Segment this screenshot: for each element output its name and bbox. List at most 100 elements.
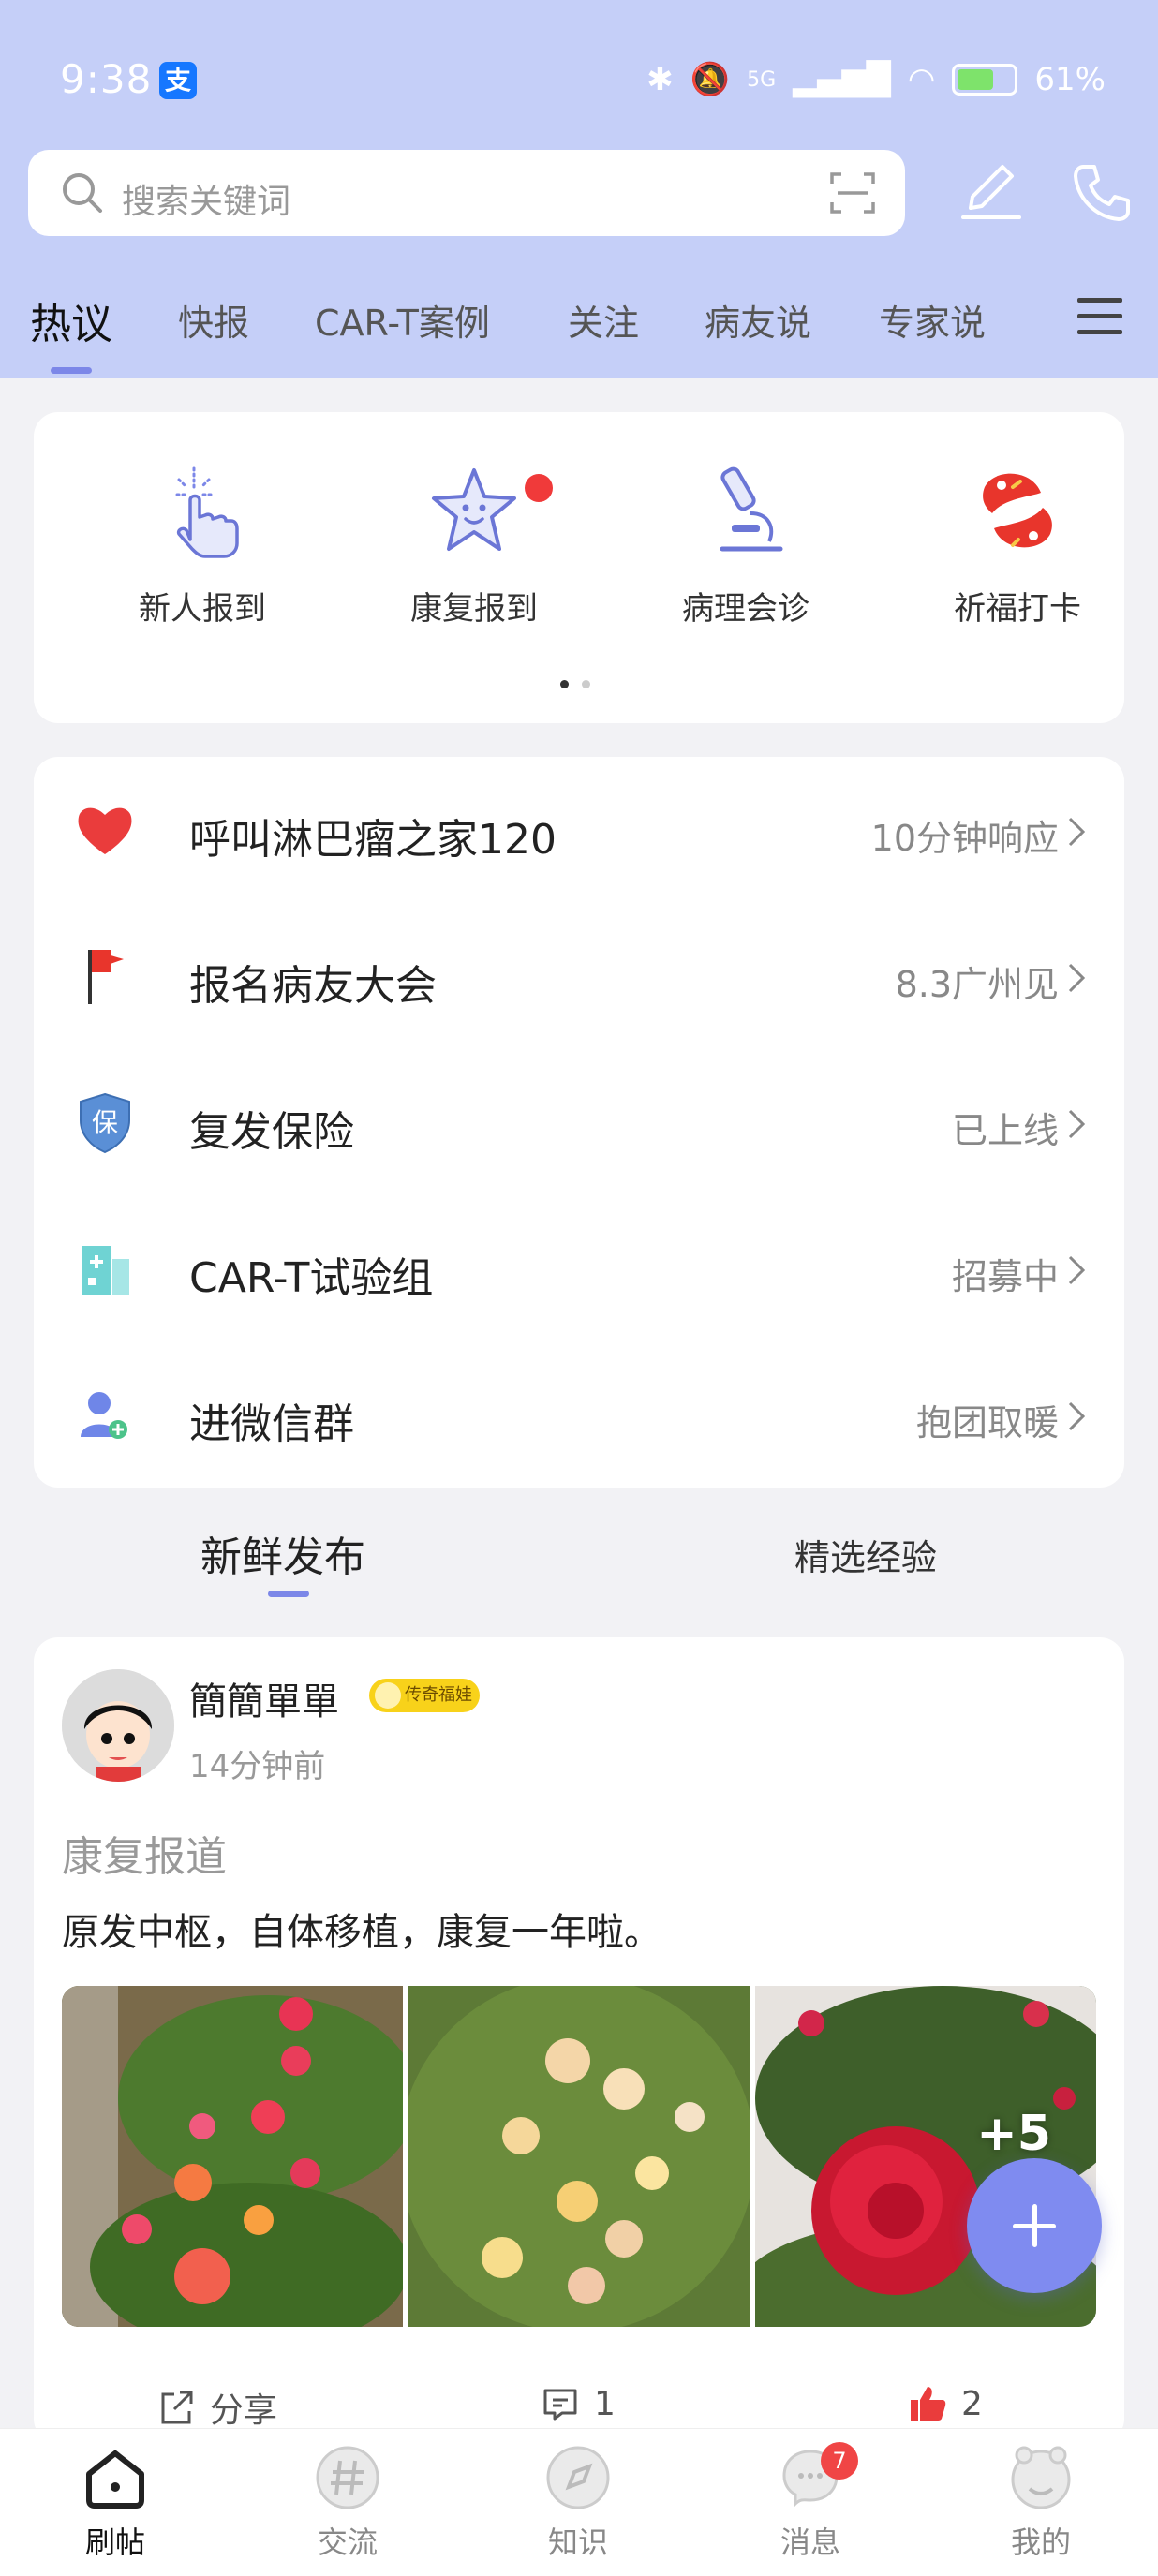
profile-icon — [1011, 2446, 1071, 2509]
more-images-count: +5 — [976, 2106, 1051, 2162]
share-button[interactable]: 分享 — [156, 2383, 277, 2432]
badge-icon — [375, 1682, 401, 1709]
hospital-icon — [82, 1246, 129, 1295]
alipay-icon: 支 — [159, 62, 197, 99]
nav-profile[interactable]: 我的 — [971, 2442, 1111, 2562]
post-images: +5 — [62, 1986, 1096, 2327]
list-item-title: CAR-T试验组 — [189, 1254, 434, 1302]
user-badge: 传奇福娃 — [369, 1679, 480, 1712]
plus-icon-v — [1032, 2204, 1037, 2247]
post-title[interactable]: 康复报道 — [62, 1823, 227, 1883]
network-label: 5G — [747, 67, 777, 92]
roses-photo — [62, 1986, 403, 2327]
system-icons: ✱ 🔕 5G ▂▄▆█ ◠ 61% — [646, 56, 1106, 103]
roses-photo — [408, 1986, 750, 2327]
home-icon — [86, 2450, 144, 2509]
chevron-right-icon — [1068, 963, 1086, 993]
battery-percent: 61% — [1034, 61, 1106, 98]
new-post-button[interactable] — [967, 2158, 1102, 2293]
nav-exchange[interactable]: 交流 — [277, 2442, 418, 2562]
quick-actions-card: 新人报到 康复报到 病理会诊 祈福打卡 — [34, 412, 1124, 723]
star-face-icon — [432, 468, 516, 551]
app-header: 9:38 支 ✱ 🔕 5G ▂▄▆█ ◠ 61% 搜索关键词 热议 快报 CAR… — [0, 0, 1158, 378]
page-dots — [560, 680, 590, 688]
status-time: 9:38 — [60, 56, 153, 102]
scan-icon[interactable] — [828, 169, 877, 217]
thumbs-up-icon — [911, 2387, 946, 2421]
like-button[interactable]: 2 — [907, 2383, 983, 2424]
list-item-car-t[interactable]: CAR-T试验组 招募中 — [34, 1195, 1124, 1341]
list-item-insurance[interactable]: 保 复发保险 已上线 — [34, 1049, 1124, 1195]
pencil-icon[interactable] — [954, 155, 1029, 230]
chevron-right-icon — [1068, 1255, 1086, 1285]
tab-news[interactable]: 快报 — [178, 294, 249, 346]
search-bar[interactable]: 搜索关键词 — [28, 150, 905, 236]
tab-car-t[interactable]: CAR-T案例 — [315, 294, 490, 346]
tab-indicator — [51, 367, 92, 374]
menu-icon[interactable] — [1077, 298, 1122, 339]
nav-home[interactable]: 刷帖 — [45, 2442, 186, 2562]
chevron-right-icon — [1068, 1109, 1086, 1139]
comment-icon — [543, 2389, 577, 2421]
like-count: 2 — [961, 2384, 983, 2423]
quick-action-pathology[interactable]: 病理会诊 — [643, 459, 849, 629]
hashtag-icon — [316, 2446, 379, 2509]
list-item-meta: 10分钟响应 — [870, 818, 1059, 859]
quick-action-label: 病理会诊 — [682, 590, 809, 628]
tap-hand-icon — [175, 466, 239, 558]
search-icon — [63, 173, 102, 213]
tab-hot[interactable]: 热议 — [30, 290, 112, 350]
post-text[interactable]: 原发中枢，自体移植，康复一年啦。 — [62, 1902, 661, 1956]
battery-icon — [952, 64, 1018, 96]
post-card[interactable]: 簡簡單單 传奇福娃 14分钟前 康复报道 原发中枢，自体移植，康复一年啦。 +5… — [34, 1637, 1124, 2443]
nav-knowledge[interactable]: 知识 — [508, 2442, 648, 2562]
status-bar: 9:38 支 ✱ 🔕 5G ▂▄▆█ ◠ 61% — [0, 0, 1158, 159]
tab-patients[interactable]: 病友说 — [705, 294, 811, 346]
nav-label: 交流 — [317, 2524, 378, 2560]
tab-experts[interactable]: 专家说 — [879, 294, 986, 346]
notification-dot — [525, 474, 553, 502]
post-image[interactable] — [62, 1986, 403, 2327]
signal-icon: ▂▄▆█ — [793, 61, 891, 98]
add-user-icon — [81, 1392, 127, 1439]
category-tabs: 热议 快报 CAR-T案例 关注 病友说 专家说 — [0, 281, 1158, 375]
feed-tab-featured[interactable]: 精选经验 — [794, 1529, 937, 1580]
nav-label: 我的 — [1010, 2524, 1071, 2560]
list-item-meta: 招募中 — [951, 1256, 1059, 1297]
list-item-meta: 已上线 — [951, 1110, 1059, 1151]
services-list-card: 呼叫淋巴瘤之家120 10分钟响应 报名病友大会 8.3广州见 保 复发保险 已… — [34, 757, 1124, 1488]
red-flag-icon — [88, 950, 124, 1004]
quick-action-blessing[interactable]: 祈福打卡 — [914, 459, 1121, 629]
list-item-title: 报名病友大会 — [189, 962, 437, 1010]
avatar[interactable] — [62, 1669, 174, 1782]
wifi-icon: ◠ — [907, 61, 936, 98]
list-item-wechat[interactable]: 进微信群 抱团取暖 — [34, 1341, 1124, 1488]
quick-action-label: 祈福打卡 — [954, 590, 1081, 628]
comment-count: 1 — [594, 2384, 616, 2423]
list-item-title: 进微信群 — [189, 1400, 354, 1448]
tab-follow[interactable]: 关注 — [568, 294, 639, 346]
mute-icon: 🔕 — [690, 61, 731, 98]
svg-text:保: 保 — [92, 1107, 118, 1138]
quick-action-newcomer[interactable]: 新人报到 — [99, 459, 305, 629]
compass-icon — [546, 2446, 610, 2509]
bluetooth-icon: ✱ — [646, 61, 674, 98]
messages-badge: 7 — [821, 2442, 858, 2480]
list-item-title: 复发保险 — [189, 1108, 354, 1156]
list-item-conference[interactable]: 报名病友大会 8.3广州见 — [34, 903, 1124, 1049]
share-label: 分享 — [210, 2391, 278, 2430]
nav-label: 知识 — [547, 2524, 608, 2560]
list-item-call[interactable]: 呼叫淋巴瘤之家120 10分钟响应 — [34, 757, 1124, 903]
heart-icon — [78, 807, 132, 854]
comment-button[interactable]: 1 — [540, 2383, 616, 2424]
shield-icon: 保 — [80, 1092, 130, 1154]
post-username[interactable]: 簡簡單單 — [189, 1671, 339, 1725]
nav-messages[interactable]: 7 消息 — [740, 2442, 881, 2562]
chevron-right-icon — [1068, 1401, 1086, 1431]
phone-icon[interactable] — [1064, 155, 1139, 230]
post-image[interactable] — [408, 1986, 750, 2327]
quick-action-label: 康复报到 — [410, 590, 538, 628]
list-item-title: 呼叫淋巴瘤之家120 — [189, 816, 557, 864]
feed-tab-latest[interactable]: 新鲜发布 — [200, 1523, 365, 1583]
chevron-right-icon — [1068, 817, 1086, 847]
